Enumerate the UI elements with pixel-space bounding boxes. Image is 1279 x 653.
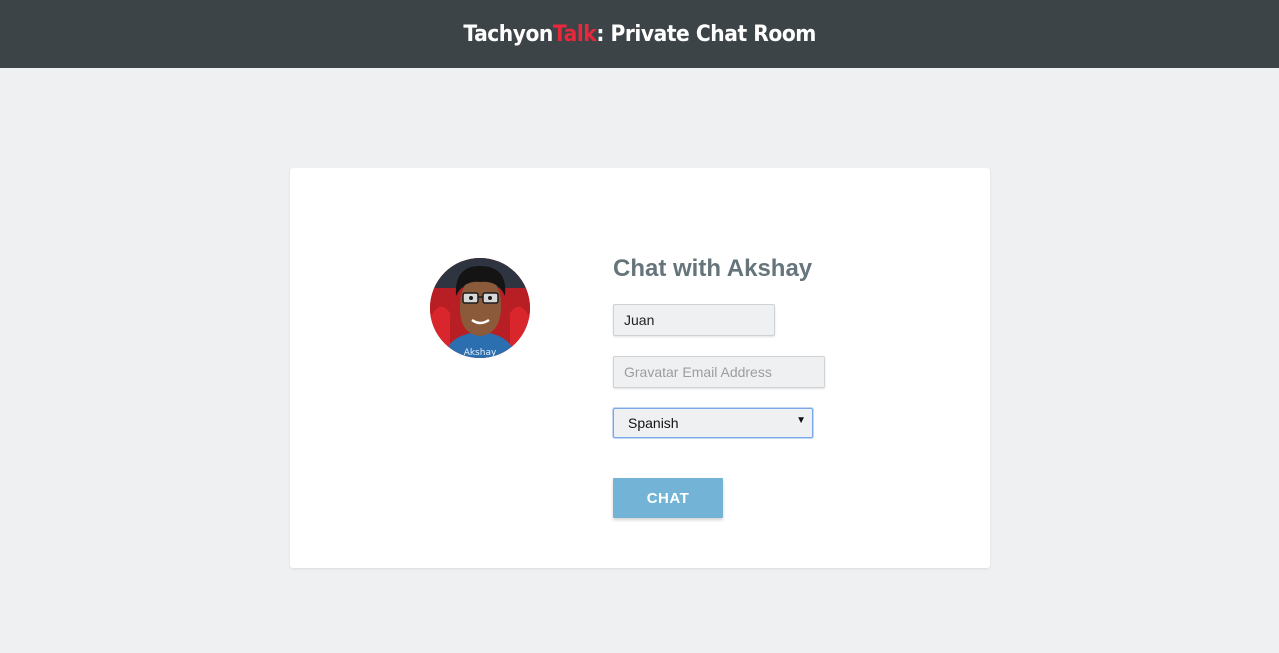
svg-text:Akshay: Akshay (464, 348, 497, 358)
chat-login-card: Akshay Chat with Akshay Spanish ▼ CHAT (290, 168, 990, 568)
dropdown-arrow-icon: ▼ (796, 415, 806, 426)
brand-suffix: : Private Chat Room (596, 21, 816, 47)
card-heading: Chat with Akshay (613, 255, 813, 282)
user-avatar-icon: Akshay (430, 258, 530, 358)
language-select-value: Spanish (628, 415, 679, 431)
header-bar: TachyonTalk: Private Chat Room (0, 0, 1279, 68)
chat-join-form: Chat with Akshay Spanish ▼ CHAT (613, 254, 825, 518)
brand-accent: Talk (552, 21, 597, 47)
brand-prefix: Tachyon (463, 21, 553, 47)
language-select[interactable]: Spanish ▼ (613, 408, 813, 438)
gravatar-email-input[interactable] (613, 356, 825, 388)
chat-button[interactable]: CHAT (613, 478, 723, 518)
app-title: TachyonTalk: Private Chat Room (463, 22, 816, 47)
name-input[interactable] (613, 304, 775, 336)
